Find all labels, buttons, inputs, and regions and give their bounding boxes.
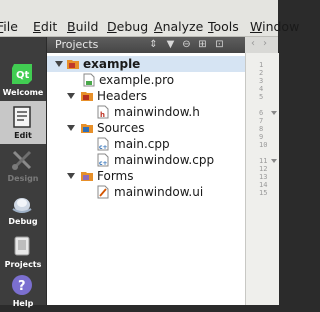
menu-file[interactable]: File xyxy=(0,19,18,35)
expand-arrow-icon[interactable] xyxy=(55,61,63,67)
tree-row-file[interactable]: mainwindow.ui xyxy=(47,184,245,200)
mode-label: Debug xyxy=(8,217,38,226)
qt-logo-icon: Qt xyxy=(12,64,32,84)
menu-debug[interactable]: Debug xyxy=(107,19,148,35)
filter-icon[interactable]: ▼ xyxy=(165,39,176,51)
editor-tab-strip[interactable]: ‹ › xyxy=(245,37,278,53)
help-icon: ? xyxy=(12,275,32,295)
projects-panel-header: Projects ⇕ ▼ ⊖ ⊞ ⊡ xyxy=(47,37,245,53)
forms-folder-icon xyxy=(81,172,93,181)
menu-build[interactable]: Build xyxy=(67,19,98,35)
tree-row-folder[interactable]: Sources xyxy=(47,120,245,136)
menu-bar: File Edit Build Debug Analyze Tools Wind… xyxy=(0,0,299,37)
edit-document-icon xyxy=(13,106,31,128)
mode-label: Help xyxy=(12,299,34,308)
menu-edit[interactable]: Edit xyxy=(33,19,57,35)
expand-arrow-icon[interactable] xyxy=(67,125,75,131)
pro-file-icon xyxy=(83,73,95,87)
mode-debug[interactable]: Debug xyxy=(0,187,46,230)
mode-projects[interactable]: Projects xyxy=(0,230,46,273)
cpp-file-icon: c+ xyxy=(97,153,109,167)
debug-bug-icon xyxy=(12,198,32,213)
headers-folder-icon xyxy=(81,92,93,101)
line-number: 11 xyxy=(259,157,268,165)
tree-label: mainwindow.ui xyxy=(114,185,204,199)
line-number: 4 xyxy=(259,85,264,93)
cpp-file-icon: c+ xyxy=(97,137,109,151)
menu-tools[interactable]: Tools xyxy=(208,19,239,35)
mode-label: Design xyxy=(7,174,39,183)
mode-label: Welcome xyxy=(2,88,44,97)
tree-row-folder[interactable]: Headers xyxy=(47,88,245,104)
nav-forward-icon[interactable]: › xyxy=(263,38,267,49)
line-number: 6 xyxy=(259,109,264,117)
tree-row-file[interactable]: h mainwindow.h xyxy=(47,104,245,120)
line-number: 15 xyxy=(259,189,268,197)
mode-design[interactable]: Design xyxy=(0,144,46,187)
tree-row-file[interactable]: c+ main.cpp xyxy=(47,136,245,152)
line-number: 9 xyxy=(259,133,264,141)
svg-text:c+: c+ xyxy=(99,144,108,151)
nav-back-icon[interactable]: ‹ xyxy=(251,38,255,49)
link-icon[interactable]: ⊖ xyxy=(181,39,192,51)
tree-label: Forms xyxy=(97,169,134,183)
expand-arrow-icon[interactable] xyxy=(67,93,75,99)
sources-folder-icon xyxy=(81,124,93,133)
line-number: 14 xyxy=(259,181,268,189)
svg-text:c+: c+ xyxy=(99,160,108,167)
line-number: 13 xyxy=(259,173,268,181)
fold-marker-icon[interactable] xyxy=(271,159,277,163)
tree-row-file[interactable]: c+ mainwindow.cpp xyxy=(47,152,245,168)
mode-sidebar: Qt Welcome Edit Design Debug Projects ? … xyxy=(0,37,46,308)
line-number: 5 xyxy=(259,93,264,101)
tree-row-folder[interactable]: Forms xyxy=(47,168,245,184)
line-number: 2 xyxy=(259,69,264,77)
menu-analyze[interactable]: Analyze xyxy=(154,19,203,35)
split-icon[interactable]: ⊞ xyxy=(197,39,208,51)
view-selector-icon[interactable]: ⇕ xyxy=(148,39,159,51)
tree-row-file[interactable]: example.pro xyxy=(47,72,245,88)
header-file-icon: h xyxy=(97,105,109,119)
ui-file-icon xyxy=(97,185,109,199)
design-tools-icon xyxy=(12,150,32,170)
mode-welcome[interactable]: Qt Welcome xyxy=(0,58,46,101)
line-number: 1 xyxy=(259,61,264,69)
mode-label: Edit xyxy=(14,131,32,140)
tree-row-project[interactable]: example xyxy=(47,56,245,72)
svg-text:?: ? xyxy=(18,279,26,294)
line-number: 10 xyxy=(259,141,268,149)
line-number: 12 xyxy=(259,165,268,173)
close-panel-icon[interactable]: ⊡ xyxy=(214,39,225,51)
svg-text:Qt: Qt xyxy=(16,70,30,81)
tree-label: Headers xyxy=(97,89,147,103)
svg-text:h: h xyxy=(100,111,105,119)
tree-label: mainwindow.cpp xyxy=(114,153,215,167)
panel-title: Projects xyxy=(55,38,99,51)
expand-arrow-icon[interactable] xyxy=(67,173,75,179)
mode-label: Projects xyxy=(4,260,42,269)
projects-icon xyxy=(14,236,30,256)
line-number: 3 xyxy=(259,77,264,85)
editor-line-gutter: 1 2 3 4 5 6 7 8 9 10 11 12 13 14 15 xyxy=(245,53,279,305)
line-number: 8 xyxy=(259,125,264,133)
fold-marker-icon[interactable] xyxy=(271,111,277,115)
project-folder-icon xyxy=(67,60,79,69)
tree-label: mainwindow.h xyxy=(114,105,200,119)
tree-label: main.cpp xyxy=(114,137,170,151)
mode-edit[interactable]: Edit xyxy=(0,101,46,144)
tree-label: Sources xyxy=(97,121,145,135)
menu-window[interactable]: Window xyxy=(250,19,299,35)
project-tree: example example.pro Headers h mainwindow… xyxy=(47,53,245,305)
line-number: 7 xyxy=(259,117,264,125)
mode-help[interactable]: ? Help xyxy=(0,269,46,312)
tree-label: example.pro xyxy=(99,73,175,87)
tree-label: example xyxy=(83,57,141,71)
